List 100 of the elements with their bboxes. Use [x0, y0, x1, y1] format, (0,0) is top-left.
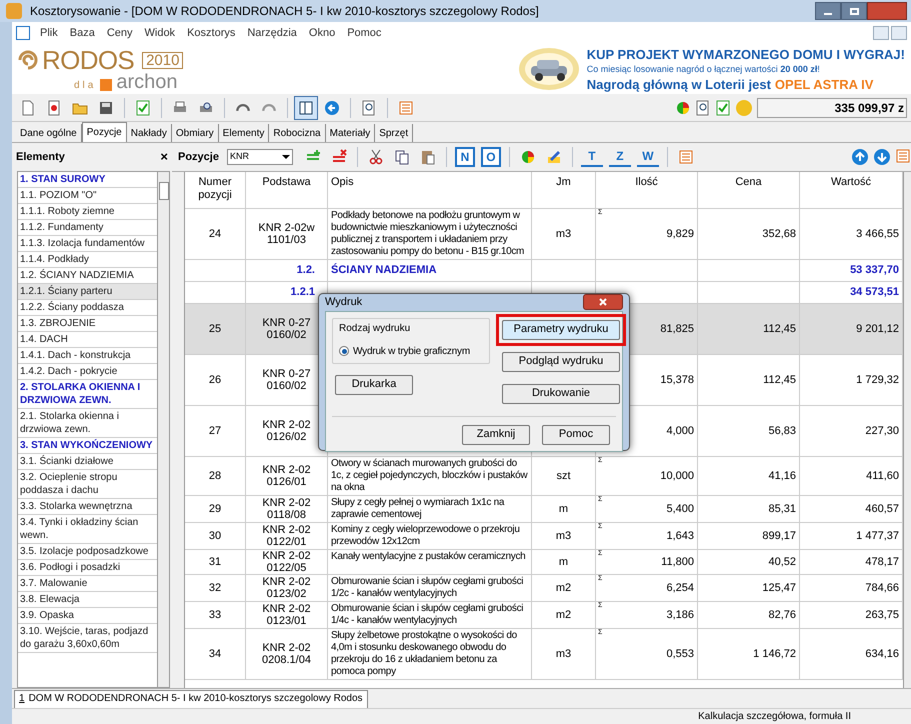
menu-item[interactable]: Pomoc [341, 24, 388, 42]
menu-item[interactable]: Ceny [100, 24, 138, 42]
menu-item[interactable]: Widok [138, 24, 182, 42]
element-list-item[interactable]: 3.7. Malowanie [18, 576, 157, 592]
table-cell: 25 [185, 304, 246, 354]
element-list-item[interactable]: 1.2.1. Ściany parteru [18, 284, 157, 300]
toolbar-button[interactable]: Z [608, 147, 631, 167]
table-cell: KNR 2-02 0122/05 [246, 550, 328, 574]
element-list-item[interactable]: 3.10. Wejście, taras, podjazd do garażu 3,60x0,60m [18, 624, 157, 653]
element-list-item[interactable]: 3.1. Ścianki działowe [18, 454, 157, 470]
toolbar-button[interactable]: T [580, 147, 603, 167]
minimize-button[interactable] [815, 2, 841, 20]
table-cell: 4,000 [666, 425, 694, 437]
dialog-button[interactable]: Zamknij [462, 424, 530, 444]
element-list-item[interactable]: 3.9. Opaska [18, 608, 157, 624]
maximize-button[interactable] [841, 2, 867, 20]
scrollbar[interactable] [903, 172, 911, 688]
table-cell: 9,829 [666, 228, 694, 240]
pie-chart-icon [520, 149, 536, 165]
menu-item[interactable]: Baza [64, 24, 101, 42]
arrow-up-icon[interactable] [851, 148, 869, 166]
table-cell: m2 [532, 602, 596, 628]
table-cell: 28 [185, 457, 246, 495]
element-list-item[interactable]: 2. STOLARKA OKIENNA I DRZWIOWA ZEWN. [18, 380, 157, 409]
table-cell: 40,52 [698, 550, 800, 574]
element-list-item[interactable]: 1.1.3. Izolacja fundamentów [18, 236, 157, 252]
table-cell: KNR 2-02 0122/01 [246, 523, 328, 549]
element-list-item[interactable]: 3.2. Ocieplenie stropu poddasza i dachu [18, 470, 157, 499]
element-list-item[interactable]: 2.1. Stolarka okienna i drzwiowa zewn. [18, 409, 157, 438]
toolbar-label: Pozycje [178, 150, 219, 165]
element-list-item[interactable]: 1.1.4. Podkłady [18, 252, 157, 268]
column-header: Opis [328, 172, 532, 208]
column-header: Jm [532, 172, 596, 208]
toolbar-button[interactable]: O [480, 147, 501, 167]
table-cell: Obmurowanie ścian i słupów cegłami grubości 1/4c - kanałów wentylacyjnych [328, 602, 532, 628]
list-icon [895, 148, 911, 164]
table-cell: Podkłady betonowe na podłożu gruntowym w budownictwie mieszkaniowym i użyteczności publicznej z transportem i układaniem przy zastosowaniu pompy do betonu - B15 gr.10cm [328, 209, 532, 259]
table-cell: 24 [185, 209, 246, 259]
checklist-icon [135, 100, 151, 116]
table-cell: KNR 2-02 0123/02 [246, 575, 328, 601]
undo-icon [236, 104, 250, 112]
element-list-item[interactable]: 3.8. Elewacja [18, 592, 157, 608]
status-text: Kalkulacja szczegółowa, formuła II [698, 710, 851, 724]
tab[interactable]: Nakłady [126, 124, 172, 142]
checklist-icon [715, 100, 731, 116]
element-list-item[interactable]: 3.5. Izolacje podposadzkowe [18, 544, 157, 560]
table-cell: 32 [185, 575, 246, 601]
tab[interactable]: Robocizna [269, 124, 326, 142]
element-list-item[interactable]: 1. STAN SUROWY [18, 172, 157, 188]
dialog-button[interactable]: Drukowanie [502, 384, 620, 404]
toolbar-button[interactable]: W [636, 147, 659, 167]
scrollbar[interactable] [158, 171, 170, 688]
ad-headline: KUP PROJEKT WYMARZONEGO DOMU I WYGRAJ! [586, 46, 905, 62]
tab[interactable]: Materiały [326, 124, 376, 142]
document-tab[interactable]: 1 DOM W RODODENDRONACH 5- I kw 2010-kosztorys szczegolowy Rodos [14, 690, 368, 708]
tab[interactable]: Sprzęt [375, 124, 414, 142]
element-list-item[interactable]: 1.2.2. Ściany poddasza [18, 300, 157, 316]
table-cell: Kanały wentylacyjne z pustaków ceramicznych [328, 550, 532, 574]
table-cell: KNR 2-02 0123/01 [246, 602, 328, 628]
arrow-down-icon[interactable] [873, 148, 891, 166]
element-list-item[interactable]: 1.3. ZBROJENIE [18, 316, 157, 332]
close-button[interactable] [583, 294, 623, 310]
toolbar-button[interactable]: N [454, 147, 475, 167]
element-list-item[interactable]: 1.1.2. Fundamenty [18, 220, 157, 236]
element-list-item[interactable]: 3. STAN WYKOŃCZENIOWY [18, 438, 157, 454]
dialog-button[interactable]: Drukarka [335, 374, 413, 394]
table-cell: m3 [532, 523, 596, 549]
element-list-item[interactable]: 3.3. Stolarka wewnętrzna [18, 499, 157, 515]
list-icon [398, 100, 414, 116]
menu-item[interactable]: Okno [302, 24, 342, 42]
logo-year: 2010 [142, 52, 184, 68]
element-list-item[interactable]: 1.4.2. Dach - pokrycie [18, 364, 157, 380]
close-button[interactable]: × [160, 147, 168, 167]
dialog-button[interactable]: Podgląd wydruku [502, 352, 620, 372]
table-cell: Kominy z cegły wieloprzewodowe o przekroju przewodów 12x12cm [328, 523, 532, 549]
dialog-button[interactable]: Pomoc [542, 424, 610, 444]
element-list-item[interactable]: 3.4. Tynki i okładziny ścian wewn. [18, 515, 157, 544]
table-cell: KNR 2-02w 1101/03 [246, 209, 328, 259]
table-cell: 33 [185, 602, 246, 628]
column-header: Ilość [596, 172, 698, 208]
table-cell: m [532, 496, 596, 522]
redo-icon [262, 104, 276, 112]
element-list-item[interactable]: 1.1. POZIOM "O" [18, 188, 157, 204]
menu-item[interactable]: Kosztorys [181, 24, 242, 42]
table-row[interactable] [185, 209, 903, 260]
radio-button[interactable] [339, 346, 349, 356]
element-list-item[interactable]: 1.4. DACH [18, 332, 157, 348]
table-cell: 352,68 [698, 209, 800, 259]
element-list-item[interactable]: 1.4.1. Dach - konstrukcja [18, 348, 157, 364]
toolbar-button[interactable] [294, 96, 318, 120]
menu-item[interactable]: Narzędzia [241, 24, 303, 42]
element-list-item[interactable]: 3.6. Podłogi i posadzki [18, 560, 157, 576]
dialog-button[interactable]: Parametry wydruku [502, 320, 620, 340]
tab[interactable]: Elementy [218, 124, 270, 142]
window-title: Kosztorysowanie - [DOM W RODODENDRONACH 5- I kw 2010-kosztorys szczegolowy Rodos] [30, 3, 539, 20]
tab[interactable]: Pozycje [82, 122, 127, 142]
menu-item[interactable]: Plik [34, 24, 64, 42]
element-list-item[interactable]: 1.1.1. Roboty ziemne [18, 204, 157, 220]
tab[interactable]: Obmiary [172, 124, 219, 142]
catalog-dropdown[interactable]: KNR [226, 149, 293, 165]
